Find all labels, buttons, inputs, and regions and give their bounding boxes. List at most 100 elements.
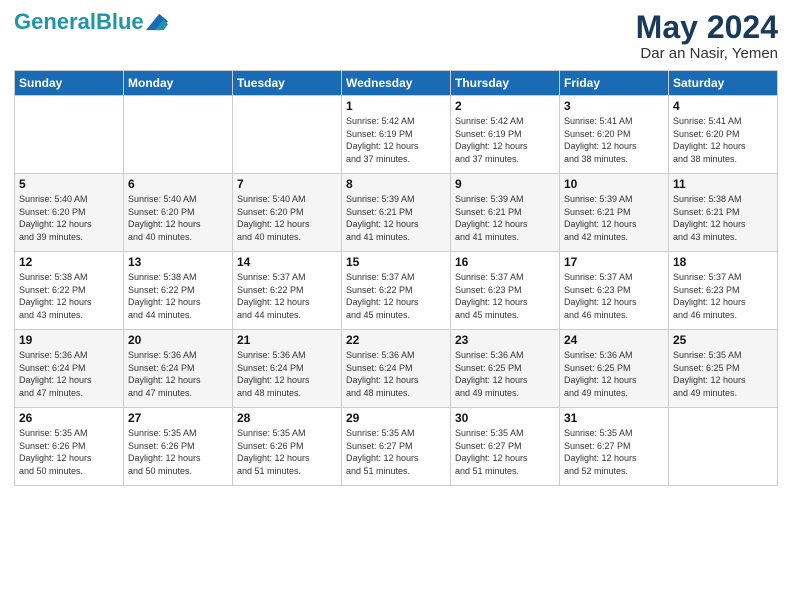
calendar-cell: 4Sunrise: 5:41 AM Sunset: 6:20 PM Daylig… [669, 96, 778, 174]
calendar-cell: 12 Sunrise: 5:38 AM Sunset: 6:22 PM Dayli… [15, 252, 124, 330]
day-info: Sunrise: 5:35 AM Sunset: 6:27 PM Dayligh… [564, 427, 664, 477]
main-title: May 2024 [636, 10, 778, 45]
week-row-1: 1 Sunrise: 5:42 AM Sunset: 6:19 PM Daylig… [15, 96, 778, 174]
calendar-cell: 23Sunrise: 5:36 AM Sunset: 6:25 PM Dayli… [451, 330, 560, 408]
day-number: 10 [564, 177, 664, 191]
day-info: Sunrise: 5:39 AM Sunset: 6:21 PM Dayligh… [564, 193, 664, 243]
day-info: Sunrise: 5:40 AM Sunset: 6:20 PM Dayligh… [19, 193, 119, 243]
calendar-cell: 17Sunrise: 5:37 AM Sunset: 6:23 PM Dayli… [560, 252, 669, 330]
subtitle: Dar an Nasir, Yemen [636, 45, 778, 62]
calendar-cell: 11 Sunrise: 5:38 AM Sunset: 6:21 PM Dayli… [669, 174, 778, 252]
day-number: 19 [19, 333, 119, 347]
day-number: 1 [346, 99, 446, 113]
day-info: Sunrise: 5:35 AM Sunset: 6:26 PM Dayligh… [128, 427, 228, 477]
day-info: Sunrise: 5:39 AM Sunset: 6:21 PM Dayligh… [455, 193, 555, 243]
calendar-cell: 5 Sunrise: 5:40 AM Sunset: 6:20 PM Daylig… [15, 174, 124, 252]
day-info: Sunrise: 5:40 AM Sunset: 6:20 PM Dayligh… [237, 193, 337, 243]
logo-text: GeneralBlue [14, 10, 144, 34]
day-number: 26 [19, 411, 119, 425]
day-header-wednesday: Wednesday [342, 71, 451, 96]
day-info: Sunrise: 5:38 AM Sunset: 6:21 PM Dayligh… [673, 193, 773, 243]
day-number: 9 [455, 177, 555, 191]
day-number: 4 [673, 99, 773, 113]
day-number: 12 [19, 255, 119, 269]
day-number: 2 [455, 99, 555, 113]
day-header-saturday: Saturday [669, 71, 778, 96]
day-number: 24 [564, 333, 664, 347]
day-number: 6 [128, 177, 228, 191]
day-info: Sunrise: 5:39 AM Sunset: 6:21 PM Dayligh… [346, 193, 446, 243]
calendar-cell: 8 Sunrise: 5:39 AM Sunset: 6:21 PM Daylig… [342, 174, 451, 252]
day-info: Sunrise: 5:36 AM Sunset: 6:24 PM Dayligh… [128, 349, 228, 399]
calendar-cell: 19 Sunrise: 5:36 AM Sunset: 6:24 PM Dayli… [15, 330, 124, 408]
day-number: 27 [128, 411, 228, 425]
day-number: 8 [346, 177, 446, 191]
day-header-friday: Friday [560, 71, 669, 96]
day-number: 14 [237, 255, 337, 269]
day-number: 13 [128, 255, 228, 269]
calendar-cell: 30 Sunrise: 5:35 AM Sunset: 6:27 PM Dayli… [451, 408, 560, 486]
calendar-cell: 2 Sunrise: 5:42 AM Sunset: 6:19 PM Daylig… [451, 96, 560, 174]
logo: GeneralBlue [14, 10, 168, 34]
title-block: May 2024 Dar an Nasir, Yemen [636, 10, 778, 62]
day-info: Sunrise: 5:35 AM Sunset: 6:27 PM Dayligh… [346, 427, 446, 477]
calendar-cell: 29 Sunrise: 5:35 AM Sunset: 6:27 PM Dayli… [342, 408, 451, 486]
day-number: 20 [128, 333, 228, 347]
day-number: 7 [237, 177, 337, 191]
day-info: Sunrise: 5:37 AM Sunset: 6:22 PM Dayligh… [346, 271, 446, 321]
day-info: Sunrise: 5:37 AM Sunset: 6:23 PM Dayligh… [455, 271, 555, 321]
calendar-cell [233, 96, 342, 174]
day-info: Sunrise: 5:40 AM Sunset: 6:20 PM Dayligh… [128, 193, 228, 243]
day-number: 22 [346, 333, 446, 347]
calendar-cell: 31 Sunrise: 5:35 AM Sunset: 6:27 PM Dayli… [560, 408, 669, 486]
calendar-cell: 3Sunrise: 5:41 AM Sunset: 6:20 PM Daylig… [560, 96, 669, 174]
day-info: Sunrise: 5:37 AM Sunset: 6:23 PM Dayligh… [673, 271, 773, 321]
calendar-cell [124, 96, 233, 174]
calendar-cell: 18 Sunrise: 5:37 AM Sunset: 6:23 PM Dayli… [669, 252, 778, 330]
day-info: Sunrise: 5:42 AM Sunset: 6:19 PM Dayligh… [455, 115, 555, 165]
day-number: 30 [455, 411, 555, 425]
calendar-cell: 25Sunrise: 5:35 AM Sunset: 6:25 PM Dayli… [669, 330, 778, 408]
day-number: 29 [346, 411, 446, 425]
day-info: Sunrise: 5:41 AM Sunset: 6:20 PM Dayligh… [564, 115, 664, 165]
calendar-cell: 13 Sunrise: 5:38 AM Sunset: 6:22 PM Dayli… [124, 252, 233, 330]
day-info: Sunrise: 5:36 AM Sunset: 6:24 PM Dayligh… [237, 349, 337, 399]
day-header-sunday: Sunday [15, 71, 124, 96]
week-row-5: 26 Sunrise: 5:35 AM Sunset: 6:26 PM Dayli… [15, 408, 778, 486]
day-header-tuesday: Tuesday [233, 71, 342, 96]
day-number: 21 [237, 333, 337, 347]
day-number: 17 [564, 255, 664, 269]
day-info: Sunrise: 5:42 AM Sunset: 6:19 PM Dayligh… [346, 115, 446, 165]
day-info: Sunrise: 5:36 AM Sunset: 6:25 PM Dayligh… [564, 349, 664, 399]
day-number: 31 [564, 411, 664, 425]
calendar-cell: 26Sunrise: 5:35 AM Sunset: 6:26 PM Dayli… [15, 408, 124, 486]
week-row-2: 5 Sunrise: 5:40 AM Sunset: 6:20 PM Daylig… [15, 174, 778, 252]
calendar-cell: 7 Sunrise: 5:40 AM Sunset: 6:20 PM Daylig… [233, 174, 342, 252]
calendar-cell [669, 408, 778, 486]
day-info: Sunrise: 5:35 AM Sunset: 6:27 PM Dayligh… [455, 427, 555, 477]
day-number: 15 [346, 255, 446, 269]
logo-icon [146, 11, 168, 33]
calendar-cell: 10 Sunrise: 5:39 AM Sunset: 6:21 PM Dayli… [560, 174, 669, 252]
day-header-thursday: Thursday [451, 71, 560, 96]
week-row-3: 12 Sunrise: 5:38 AM Sunset: 6:22 PM Dayli… [15, 252, 778, 330]
day-info: Sunrise: 5:38 AM Sunset: 6:22 PM Dayligh… [128, 271, 228, 321]
calendar-cell: 1 Sunrise: 5:42 AM Sunset: 6:19 PM Daylig… [342, 96, 451, 174]
day-info: Sunrise: 5:36 AM Sunset: 6:24 PM Dayligh… [19, 349, 119, 399]
calendar-cell: 16Sunrise: 5:37 AM Sunset: 6:23 PM Dayli… [451, 252, 560, 330]
day-number: 25 [673, 333, 773, 347]
calendar-cell: 21 Sunrise: 5:36 AM Sunset: 6:24 PM Dayli… [233, 330, 342, 408]
calendar-cell: 15 Sunrise: 5:37 AM Sunset: 6:22 PM Dayli… [342, 252, 451, 330]
calendar-cell: 9 Sunrise: 5:39 AM Sunset: 6:21 PM Daylig… [451, 174, 560, 252]
header-row: SundayMondayTuesdayWednesdayThursdayFrid… [15, 71, 778, 96]
day-info: Sunrise: 5:35 AM Sunset: 6:26 PM Dayligh… [237, 427, 337, 477]
day-info: Sunrise: 5:38 AM Sunset: 6:22 PM Dayligh… [19, 271, 119, 321]
day-info: Sunrise: 5:37 AM Sunset: 6:22 PM Dayligh… [237, 271, 337, 321]
day-number: 5 [19, 177, 119, 191]
calendar-cell: 6 Sunrise: 5:40 AM Sunset: 6:20 PM Daylig… [124, 174, 233, 252]
header: GeneralBlue May 2024 Dar an Nasir, Yemen [14, 10, 778, 62]
day-number: 18 [673, 255, 773, 269]
day-number: 11 [673, 177, 773, 191]
day-info: Sunrise: 5:36 AM Sunset: 6:24 PM Dayligh… [346, 349, 446, 399]
page-container: GeneralBlue May 2024 Dar an Nasir, Yemen… [0, 0, 792, 496]
